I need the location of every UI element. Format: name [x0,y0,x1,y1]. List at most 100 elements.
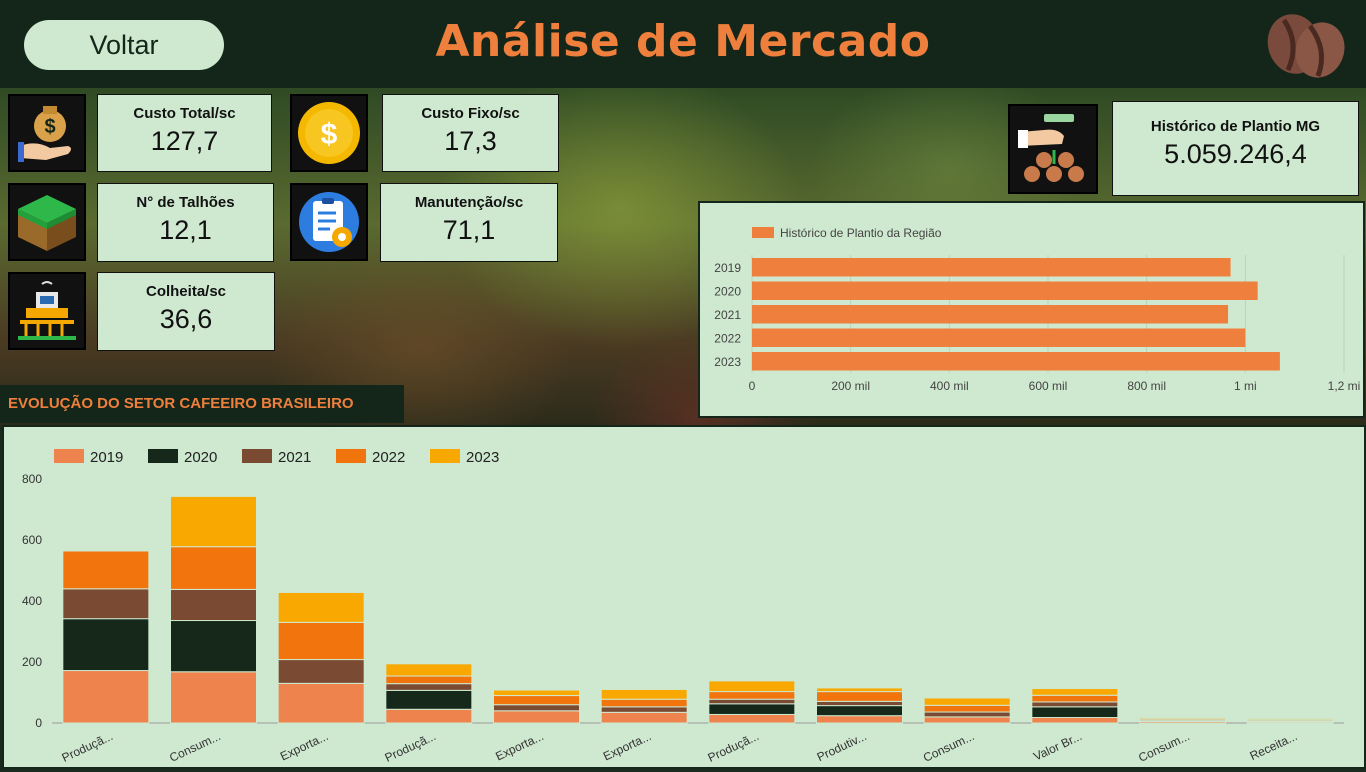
y-tick-label: 2022 [714,332,741,346]
legend-label: 2023 [466,449,499,466]
manutencao-label: Manutenção/sc [414,194,524,211]
colheita-label: Colheita/sc [145,283,227,300]
bar-segment [170,546,257,590]
bar-segment [708,680,796,693]
bar-segment [600,698,688,708]
x-tick-label: Produtiv... [815,729,869,764]
bar-segment [923,704,1011,713]
bar-segment [385,689,473,710]
x-tick-label: 200 mil [831,379,870,393]
bar-segment [385,708,473,724]
regional-planting-chart-svg: Histórico de Plantio da Região 0 200 mil 40… [714,226,1360,393]
header-bar: Voltar Análise de Mercado [0,0,1366,90]
bar [752,281,1258,300]
legend-swatch [752,227,774,238]
colheita-value: 36,6 [159,304,213,334]
x-tick-label: Exporta... [493,729,545,763]
manutencao-card: Manutenção/sc 71,1 [380,183,558,262]
legend-label: Histórico de Plantio da Região [780,226,942,240]
colheita-card: Colheita/sc 36,6 [97,272,275,351]
coffee-beans-icon [1267,14,1345,78]
x-tick-label: Consum... [1136,729,1191,765]
bar-segment [277,621,365,661]
y-tick-label: 400 [22,594,42,608]
bar-segment [816,691,903,702]
bar [752,352,1280,371]
bar-segment [1139,717,1226,720]
bar-segment [1031,701,1119,708]
x-tick-label: Consum... [167,729,222,765]
bar-segment [923,716,1011,724]
x-tick-label: Exporta... [601,729,653,763]
bar-segment [816,715,903,724]
maintenance-checklist-icon [290,183,368,261]
bar-segment [62,618,150,672]
historico-mg-card: Histórico de Plantio MG 5.059.246,4 [1112,101,1359,196]
bar-segment [170,588,257,622]
soil-plot-icon [8,183,86,261]
bar-segment [816,705,903,717]
bar-segment [923,711,1011,718]
regional-planting-chart: Histórico de Plantio da Região 0 200 mil 40… [698,201,1365,418]
y-tick-label: 2019 [714,261,741,275]
y-tick-label: 2020 [714,285,741,299]
x-tick-label: Receita... [1248,729,1300,763]
svg-text:$: $ [321,118,338,151]
x-tick-label: Valor Br... [1031,729,1084,764]
coffee-sector-chart-svg: 2019 2020 2021 2022 2023 0 200 400 600 800 Produçã… [22,449,1344,765]
bar-segment [1246,717,1334,721]
bar-segment [277,682,365,724]
section-title: EVOLUÇÃO DO SETOR CAFEEIRO BRASILEIRO [0,385,404,423]
bar-segment [385,663,473,677]
bar-segment [816,700,903,707]
bar [752,258,1231,277]
bar-segment [1031,717,1119,724]
y-tick-label: 800 [22,472,42,486]
custo-total-label: Custo Total/sc [133,105,236,122]
bar-segment [493,704,580,712]
legend-swatch [242,449,272,463]
y-tick-label: 0 [35,716,42,730]
talhoes-label: N° de Talhões [136,194,235,211]
bar [752,305,1229,324]
money-bag-icon: $ [8,94,86,172]
bar-segment [708,703,796,715]
custo-total-value: 127,7 [150,126,219,156]
bar-segment [1031,706,1119,719]
historico-mg-label: Histórico de Plantio MG [1150,118,1321,135]
svg-text:$: $ [44,116,55,138]
bar-segment [600,688,688,700]
y-tick-label: 200 [22,655,42,669]
bar-segment [170,495,257,548]
talhoes-card: N° de Talhões 12,1 [97,183,274,262]
custo-fixo-value: 17,3 [444,126,497,156]
coffee-sector-chart: 2019 2020 2021 2022 2023 0 200 400 600 800 Produçã… [2,425,1366,769]
y-tick-label: 600 [22,533,42,547]
bar-segment [816,687,903,693]
bar-segment [277,659,365,684]
legend-label: 2021 [278,449,311,466]
x-tick-label: 400 mil [930,379,969,393]
talhoes-value: 12,1 [159,215,212,245]
bar-segment [493,695,580,706]
bar-segment [62,670,150,724]
x-tick-label: Produçã... [60,729,115,765]
custo-fixo-card: Custo Fixo/sc 17,3 [382,94,559,172]
bar-segment [277,591,365,623]
bar-segment [493,710,580,724]
x-tick-label: 600 mil [1029,379,1068,393]
coin-icon: $ [290,94,368,172]
bar-segment [170,620,257,673]
legend-swatch [54,449,84,463]
bar-segment [62,550,150,590]
bar [752,328,1246,347]
bar-segment [1031,694,1119,703]
harvester-icon [8,272,86,350]
legend-swatch [336,449,366,463]
bar-segment [708,698,796,705]
historico-mg-value: 5.059.246,4 [1164,139,1307,169]
bar-segment [385,683,473,691]
bar-segment [923,697,1011,706]
x-tick-label: Produçã... [706,729,761,765]
manutencao-value: 71,1 [442,215,496,245]
